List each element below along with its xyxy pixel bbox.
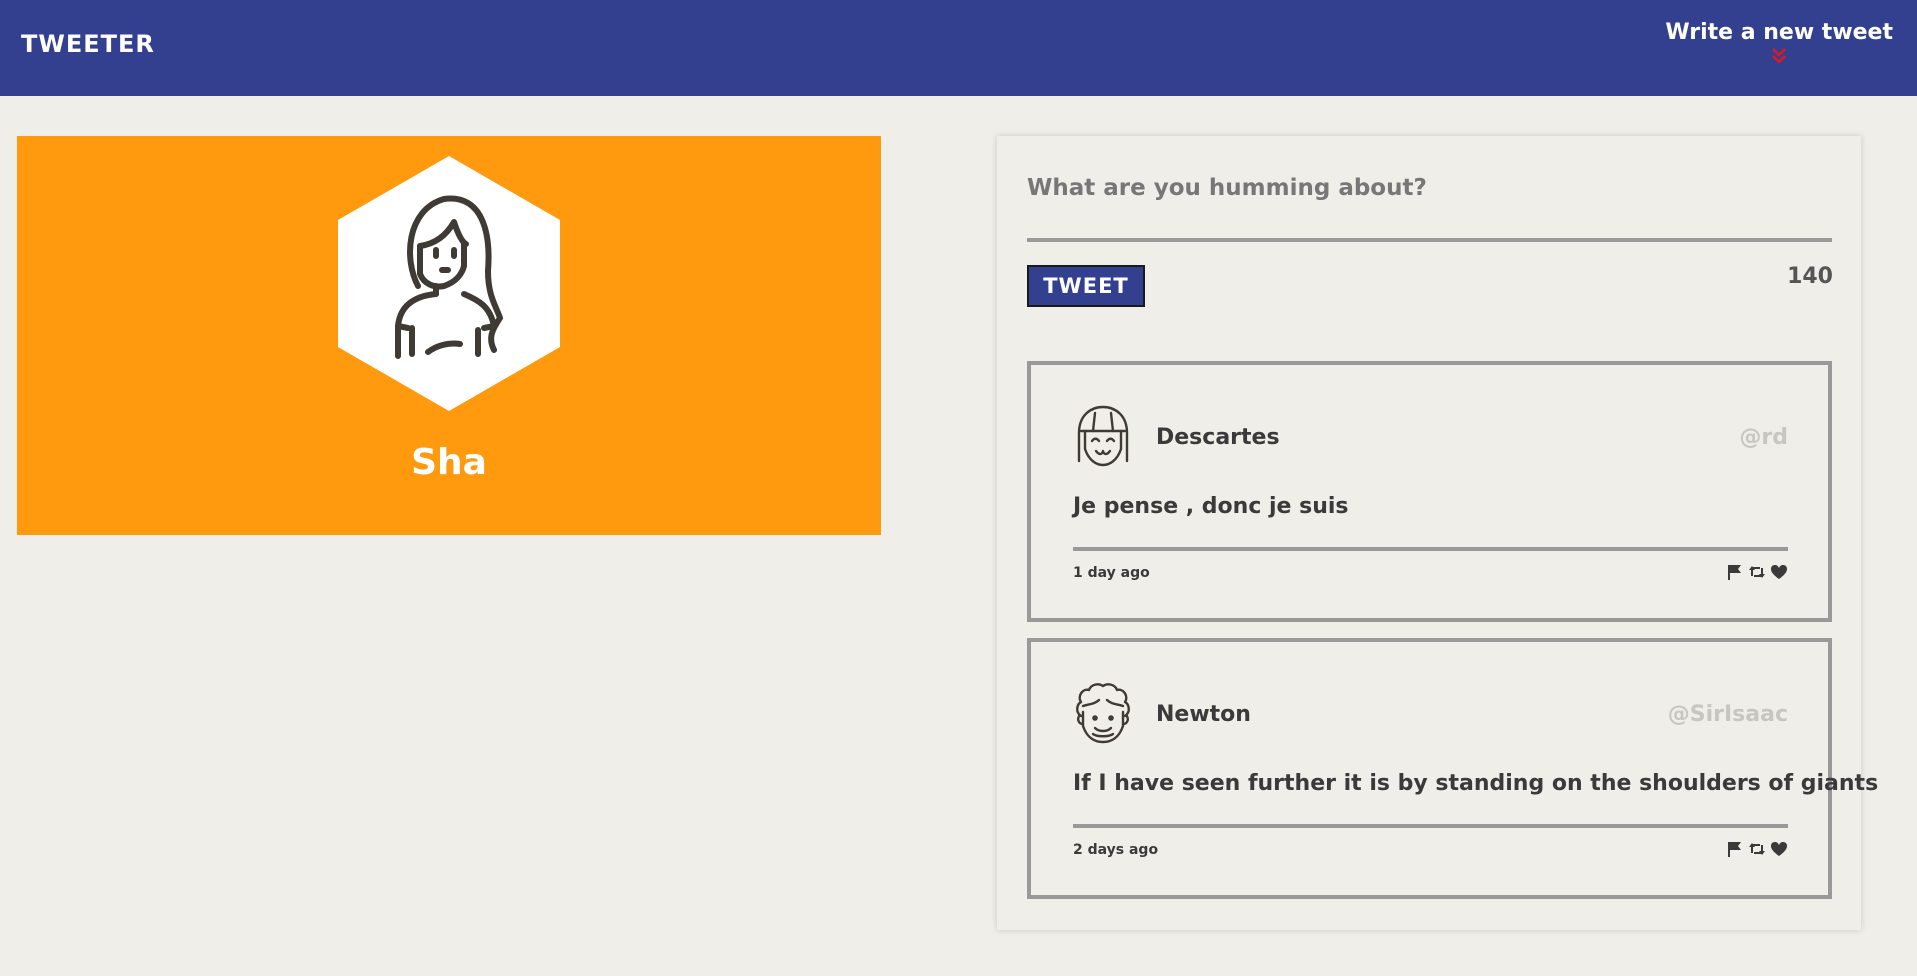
brand-logo[interactable]: TWEETER — [21, 30, 155, 58]
tweet-divider — [1073, 547, 1788, 551]
tweet-actions — [1726, 840, 1788, 858]
write-new-tweet-toggle[interactable]: Write a new tweet — [1665, 20, 1893, 66]
heart-icon[interactable] — [1770, 840, 1788, 858]
tweet-text: If I have seen further it is by standing… — [1073, 771, 1879, 796]
author-avatar — [1076, 683, 1130, 744]
heart-icon[interactable] — [1770, 563, 1788, 581]
tweet-submit-button[interactable]: TWEET — [1027, 265, 1145, 307]
compose-divider — [1027, 238, 1832, 242]
write-new-tweet-label[interactable]: Write a new tweet — [1665, 20, 1893, 45]
tweet-card: Newton @SirIsaac If I have seen further … — [1027, 638, 1878, 899]
top-nav: TWEETER Write a new tweet — [0, 0, 1917, 96]
retweet-icon[interactable] — [1748, 563, 1766, 581]
tweet-handle: @SirIsaac — [1667, 702, 1788, 727]
tweet-divider — [1073, 824, 1788, 828]
tweet-author: Newton — [1156, 702, 1251, 727]
profile-name: Sha — [411, 442, 487, 483]
double-chevron-down-icon[interactable] — [1665, 47, 1893, 66]
profile-avatar — [338, 156, 560, 411]
tweet-timestamp: 2 days ago — [1073, 842, 1159, 858]
flag-icon[interactable] — [1726, 840, 1744, 858]
tweet-card: Descartes @rd Je pense , donc je suis 1 … — [1027, 361, 1832, 622]
tweet-compose-input[interactable] — [1027, 158, 1832, 218]
tweet-column: TWEET 140 Descartes @rd Je pense , donc … — [997, 136, 1878, 930]
character-counter: 140 — [1787, 264, 1833, 289]
tweet-timestamp: 1 day ago — [1073, 565, 1150, 581]
profile-card: Sha — [17, 136, 881, 535]
retweet-icon[interactable] — [1748, 840, 1766, 858]
flag-icon[interactable] — [1726, 563, 1744, 581]
author-avatar — [1077, 405, 1129, 467]
tweet-text: Je pense , donc je suis — [1073, 494, 1349, 519]
tweet-actions — [1726, 563, 1788, 581]
tweet-author: Descartes — [1156, 425, 1280, 450]
tweet-handle: @rd — [1739, 425, 1788, 450]
